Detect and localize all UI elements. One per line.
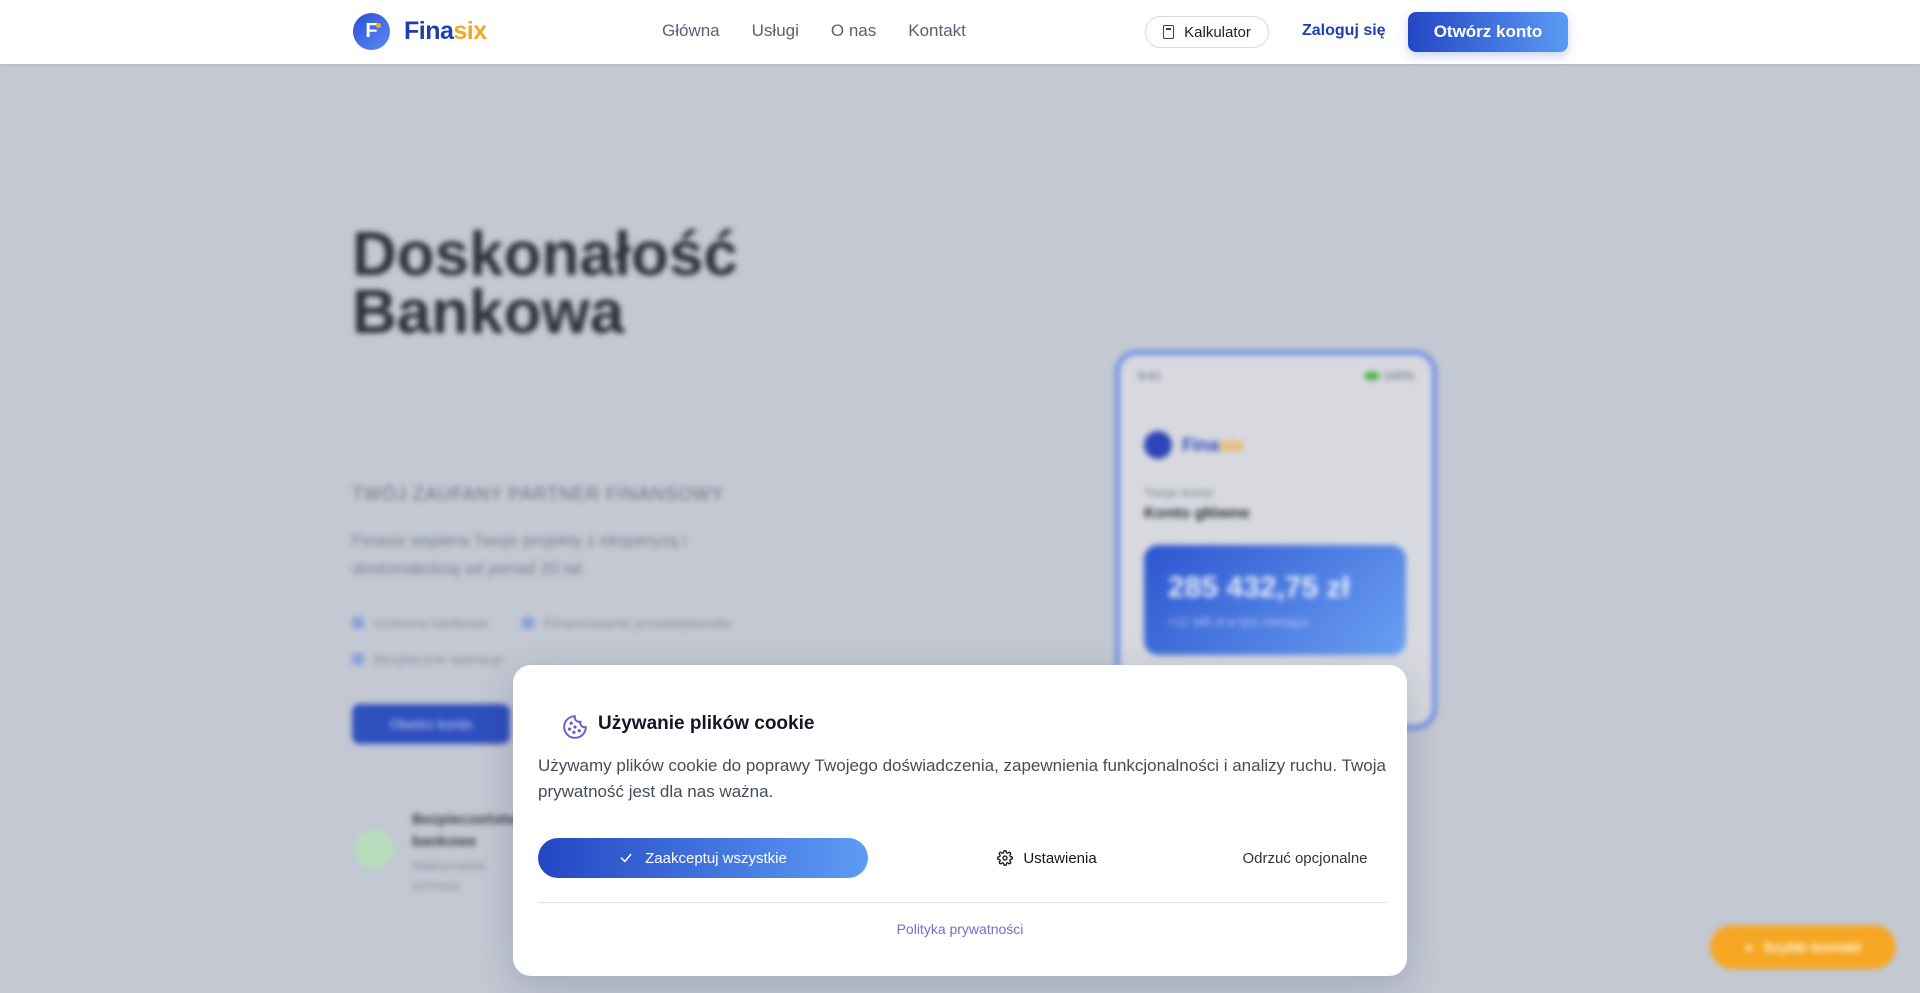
phone-account-name: Konto główne <box>1144 505 1250 522</box>
cookie-consent-dialog: Używanie plików cookie Używamy plików co… <box>513 665 1407 976</box>
calculator-label: Kalkulator <box>1184 23 1251 41</box>
calculator-icon <box>1163 25 1175 39</box>
phone-balance-sub: +12 345 zł w tym miesiącu <box>1168 615 1310 629</box>
lock-icon <box>352 617 364 629</box>
hero-subtitle: Twój zaufany partner finansowy <box>352 484 725 504</box>
globe-icon <box>522 617 534 629</box>
battery-label: 100% <box>1383 369 1414 383</box>
phone-logo: Finasix <box>1144 431 1244 459</box>
hero-description: Finasix wspiera Twoje projekty z ekspery… <box>352 531 687 578</box>
hero-title-line1: Doskonałość <box>352 220 738 289</box>
chat-button[interactable]: ● Szybki kontakt <box>1710 925 1896 969</box>
hero-feature-label: Bezpieczne operacje <box>374 651 504 667</box>
phone-balance: 285 432,75 zł <box>1168 571 1350 604</box>
logo[interactable]: F Finasix <box>353 13 487 50</box>
nav-link-home[interactable]: Główna <box>662 21 720 41</box>
hero-feature-label: Ochrona bankowa <box>374 615 488 631</box>
battery-icon <box>1365 372 1380 380</box>
phone-account-label: Twoje konto <box>1144 485 1214 500</box>
hero-feature: Ochrona bankowa <box>352 615 488 631</box>
nav-link-contact[interactable]: Kontakt <box>908 21 966 41</box>
login-link[interactable]: Zaloguj się <box>1302 22 1386 40</box>
nav-link-about[interactable]: O nas <box>831 21 876 41</box>
open-account-button[interactable]: Otwórz konto <box>1408 12 1568 52</box>
cookie-description: Używamy plików cookie do poprawy Twojego… <box>538 756 1386 801</box>
gear-icon <box>997 850 1014 866</box>
logo-mark-icon: F <box>353 13 390 50</box>
hero-badge-title: Bezpieczeństwo bankowe <box>412 811 528 850</box>
hero-open-account-button[interactable]: Otwórz konto <box>352 704 510 744</box>
cookie-divider <box>538 902 1388 903</box>
hero-badge-sub: Maksymalna ochrona <box>412 858 485 893</box>
nav-link-services[interactable]: Usługi <box>752 21 799 41</box>
star-icon <box>352 653 364 665</box>
calculator-button[interactable]: Kalkulator <box>1145 16 1269 48</box>
hero-title: Doskonałość Bankowa <box>352 220 738 347</box>
phone-time: 9:41 <box>1138 369 1162 383</box>
phone-balance-card: 285 432,75 zł +12 345 zł w tym miesiącu <box>1144 545 1406 655</box>
phone-logo-part2: six <box>1219 434 1245 455</box>
accept-all-button[interactable]: Zaakceptuj wszystkie <box>538 838 868 878</box>
privacy-policy-link[interactable]: Polityka prywatności <box>513 921 1407 937</box>
hero-feature-label: Finansowanie przedsiębiorstw <box>544 615 732 631</box>
reject-optional-button[interactable]: Odrzuć opcjonalne <box>1223 838 1387 878</box>
site-header: F Finasix Główna Usługi O nas Kontakt Ka… <box>0 0 1920 64</box>
accept-all-label: Zaakceptuj wszystkie <box>645 849 787 867</box>
phone-logo-text: Finasix <box>1182 435 1244 456</box>
logo-text-part2: six <box>453 17 487 45</box>
cookie-settings-button[interactable]: Ustawienia <box>880 838 1214 878</box>
cookie-title: Używanie plików cookie <box>598 713 815 734</box>
cookie-icon <box>549 701 601 753</box>
shield-icon <box>354 829 394 869</box>
phone-battery: 100% <box>1365 369 1414 383</box>
hero-feature: Bezpieczne operacje <box>352 651 504 667</box>
logo-dot <box>376 23 381 28</box>
main-nav: Główna Usługi O nas Kontakt <box>662 21 966 41</box>
phone-logo-part1: Fina <box>1182 434 1220 455</box>
chat-label: Szybki kontakt <box>1763 939 1862 955</box>
check-icon <box>620 853 632 863</box>
logo-text: Finasix <box>404 17 487 46</box>
chat-icon: ● <box>1744 939 1754 955</box>
hero-title-line2: Bankowa <box>352 278 625 347</box>
phone-logo-mark-icon <box>1144 431 1172 459</box>
logo-text-part1: Fina <box>404 17 454 45</box>
cookie-settings-label: Ustawienia <box>1023 849 1097 867</box>
hero-feature: Finansowanie przedsiębiorstw <box>522 615 732 631</box>
